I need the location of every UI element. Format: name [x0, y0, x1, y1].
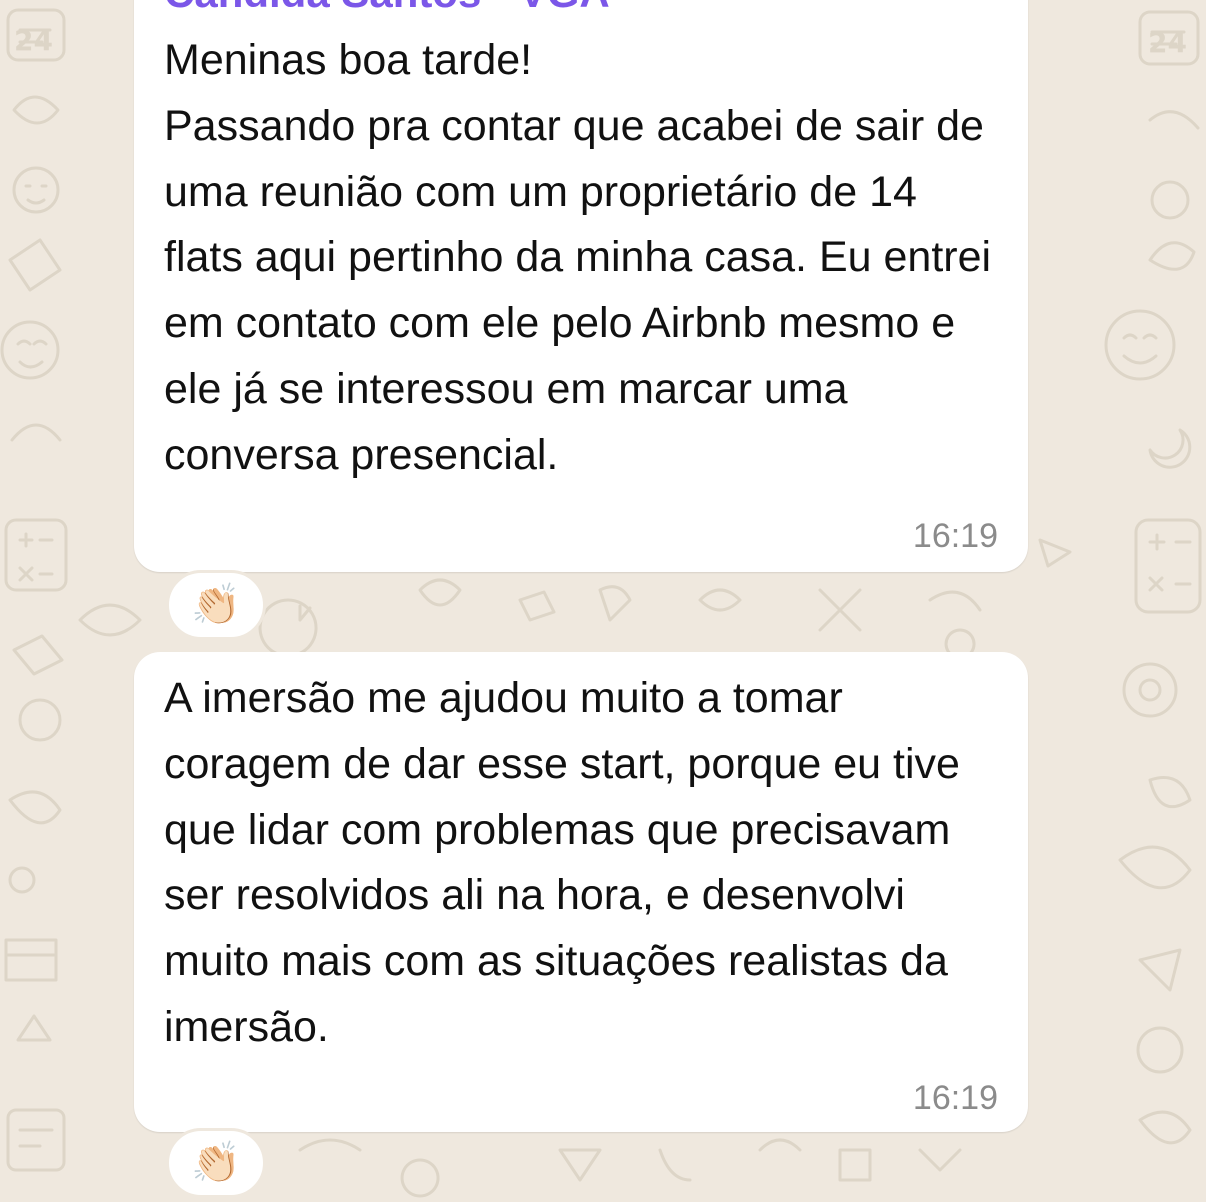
- message-text: Meninas boa tarde! Passando pra contar q…: [164, 36, 992, 479]
- reaction-badge[interactable]: 👏🏻: [166, 570, 266, 640]
- message-bubble[interactable]: A imersão me ajudou muito a tomar corage…: [134, 652, 1028, 1132]
- message-bubble[interactable]: Candida Santos - VGA Meninas boa tarde! …: [134, 0, 1028, 572]
- clapping-hands-icon: 👏🏻: [191, 1141, 241, 1185]
- clapping-hands-icon: 👏🏻: [191, 583, 241, 627]
- message-text: A imersão me ajudou muito a tomar corage…: [164, 674, 960, 1051]
- svg-text:24: 24: [14, 24, 53, 57]
- sender-name[interactable]: Candida Santos - VGA: [164, 0, 610, 16]
- message-timestamp: 16:19: [912, 1079, 998, 1117]
- svg-text:24: 24: [1148, 26, 1187, 59]
- reaction-badge[interactable]: 👏🏻: [166, 1128, 266, 1198]
- message-timestamp: 16:19: [912, 517, 998, 555]
